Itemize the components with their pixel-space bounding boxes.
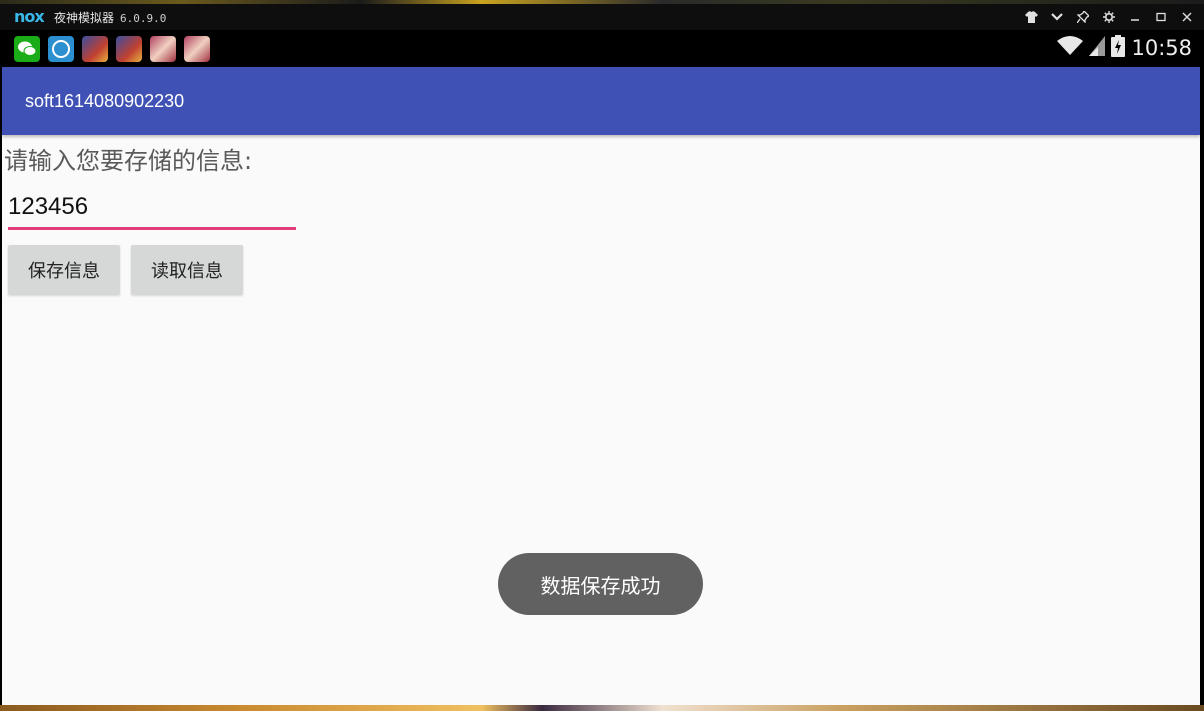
emulator-version: 6.0.9.0 <box>120 12 167 25</box>
status-right: 10:58 <box>1057 35 1192 61</box>
maximize-icon[interactable] <box>1152 8 1170 26</box>
input-prompt-label: 请输入您要存储的信息: <box>4 147 253 175</box>
info-input[interactable] <box>8 187 296 230</box>
close-icon[interactable] <box>1178 8 1196 26</box>
nox-icon <box>48 36 74 62</box>
read-button[interactable]: 读取信息 <box>131 245 243 295</box>
wifi-icon <box>1057 36 1084 60</box>
game-icon <box>184 36 210 62</box>
android-status-bar: 10:58 <box>0 30 1204 67</box>
toast-message: 数据保存成功 <box>498 553 703 615</box>
emulator-title-text: 夜神模拟器 <box>54 11 115 25</box>
window-controls <box>1022 8 1196 26</box>
game-icon <box>82 36 108 62</box>
emulator-title: 夜神模拟器 6.0.9.0 <box>54 9 166 26</box>
game-icon <box>150 36 176 62</box>
game-icon <box>116 36 142 62</box>
app-title: soft1614080902230 <box>25 91 185 111</box>
emulator-titlebar: nox 夜神模拟器 6.0.9.0 <box>0 4 1204 30</box>
save-button[interactable]: 保存信息 <box>8 245 120 295</box>
status-time: 10:58 <box>1131 36 1192 60</box>
nox-logo: nox <box>14 7 45 26</box>
tshirt-icon[interactable] <box>1022 8 1040 26</box>
signal-icon <box>1089 36 1106 60</box>
wechat-icon <box>14 36 40 62</box>
minimize-icon[interactable] <box>1126 8 1144 26</box>
gear-icon[interactable] <box>1100 8 1118 26</box>
wallpaper-strip-bottom <box>0 705 1204 711</box>
battery-icon <box>1111 35 1126 61</box>
emulator-window: nox 夜神模拟器 6.0.9.0 10:58 soft161408090223… <box>0 4 1204 705</box>
app-screen: soft1614080902230 请输入您要存储的信息: 保存信息 读取信息 … <box>2 67 1200 705</box>
app-toolbar: soft1614080902230 <box>2 67 1200 135</box>
notification-icons <box>14 36 210 62</box>
chevron-down-icon[interactable] <box>1048 8 1066 26</box>
pin-icon[interactable] <box>1074 8 1092 26</box>
